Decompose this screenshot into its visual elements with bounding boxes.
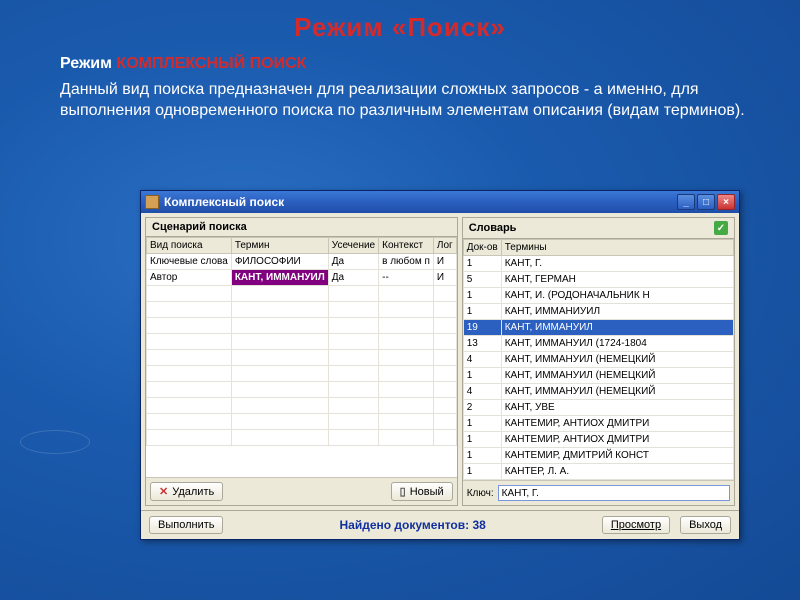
- scenario-grid[interactable]: Вид поискаТерминУсечениеКонтекстЛог Ключ…: [146, 237, 457, 477]
- table-row[interactable]: [147, 334, 457, 350]
- minimize-button[interactable]: _: [677, 194, 695, 210]
- table-row[interactable]: 2КАНТ, УВЕ: [463, 400, 733, 416]
- scenario-col[interactable]: Лог: [433, 238, 456, 254]
- key-input[interactable]: [498, 485, 730, 501]
- slide-body: Режим КОМПЛЕКСНЫЙ ПОИСК Данный вид поиск…: [0, 43, 800, 122]
- slide-paragraph: Данный вид поиска предназначен для реали…: [60, 79, 750, 122]
- table-row[interactable]: [147, 398, 457, 414]
- scenario-col[interactable]: Контекст: [379, 238, 434, 254]
- table-row[interactable]: [147, 414, 457, 430]
- delete-label: Удалить: [172, 486, 214, 498]
- execute-button[interactable]: Выполнить: [149, 516, 223, 534]
- table-row[interactable]: АвторКАНТ, ИММАНУИЛДа--И: [147, 270, 457, 286]
- table-row[interactable]: 13КАНТ, ИММАНУИЛ (1724-1804: [463, 336, 733, 352]
- table-row[interactable]: 4КАНТ, ИММАНУИЛ (НЕМЕЦКИЙ: [463, 384, 733, 400]
- dictionary-panel-title: Словарь: [469, 222, 517, 234]
- close-button[interactable]: ×: [717, 194, 735, 210]
- bottom-bar: Выполнить Найдено документов: 38 Просмот…: [141, 510, 739, 539]
- table-row[interactable]: [147, 286, 457, 302]
- document-icon: ▯: [400, 485, 406, 498]
- table-row[interactable]: 19КАНТ, ИММАНУИЛ: [463, 320, 733, 336]
- window-title: Комплексный поиск: [164, 195, 677, 209]
- titlebar[interactable]: Комплексный поиск _ □ ×: [141, 191, 739, 213]
- exit-button[interactable]: Выход: [680, 516, 731, 534]
- table-row[interactable]: Ключевые словаФИЛОСОФИИДав любом пИ: [147, 254, 457, 270]
- table-row[interactable]: 1КАНТ, И. (РОДОНАЧАЛЬНИК Н: [463, 288, 733, 304]
- scenario-panel-title: Сценарий поиска: [146, 218, 457, 237]
- table-row[interactable]: [147, 318, 457, 334]
- table-row[interactable]: [147, 382, 457, 398]
- dictionary-grid[interactable]: Док-овТермины 1КАНТ, Г.5КАНТ, ГЕРМАН1КАН…: [463, 239, 734, 480]
- dict-col[interactable]: Док-ов: [463, 240, 501, 256]
- table-row[interactable]: 1КАНТЕР, Л. А.: [463, 464, 733, 480]
- table-row[interactable]: [147, 430, 457, 446]
- table-row[interactable]: [147, 366, 457, 382]
- view-button[interactable]: Просмотр: [602, 516, 670, 534]
- app-icon: [145, 195, 159, 209]
- new-button[interactable]: ▯ Новый: [391, 482, 453, 501]
- key-label: Ключ:: [467, 488, 494, 499]
- table-row[interactable]: 1КАНТЕМИР, ДМИТРИЙ КОНСТ: [463, 448, 733, 464]
- scenario-col[interactable]: Термин: [231, 238, 328, 254]
- table-row[interactable]: [147, 350, 457, 366]
- maximize-button[interactable]: □: [697, 194, 715, 210]
- subtitle-red: КОМПЛЕКСНЫЙ ПОИСК: [116, 55, 306, 72]
- scenario-panel: Сценарий поиска Вид поискаТерминУсечение…: [145, 217, 458, 506]
- check-icon[interactable]: ✓: [714, 221, 728, 235]
- subtitle-prefix: Режим: [60, 55, 116, 72]
- table-row[interactable]: 5КАНТ, ГЕРМАН: [463, 272, 733, 288]
- delete-button[interactable]: ✕ Удалить: [150, 482, 223, 501]
- table-row[interactable]: 4КАНТ, ИММАНУИЛ (НЕМЕЦКИЙ: [463, 352, 733, 368]
- table-row[interactable]: 1КАНТ, ИММАНИУИЛ: [463, 304, 733, 320]
- table-row[interactable]: 1КАНТЕМИР, АНТИОХ ДМИТРИ: [463, 432, 733, 448]
- dictionary-panel: Словарь ✓ Док-овТермины 1КАНТ, Г.5КАНТ, …: [462, 217, 735, 506]
- table-row[interactable]: [147, 302, 457, 318]
- status-text: Найдено документов: 38: [233, 518, 591, 532]
- scenario-col[interactable]: Вид поиска: [147, 238, 232, 254]
- search-window: Комплексный поиск _ □ × Сценарий поиска …: [140, 190, 740, 540]
- table-row[interactable]: 1КАНТ, Г.: [463, 256, 733, 272]
- table-row[interactable]: 1КАНТ, ИММАНУИЛ (НЕМЕЦКИЙ: [463, 368, 733, 384]
- slide-title: Режим «Поиск»: [0, 0, 800, 43]
- dict-col[interactable]: Термины: [501, 240, 733, 256]
- new-label: Новый: [410, 486, 444, 498]
- table-row[interactable]: 1КАНТЕМИР, АНТИОХ ДМИТРИ: [463, 416, 733, 432]
- scenario-col[interactable]: Усечение: [328, 238, 378, 254]
- x-icon: ✕: [159, 485, 168, 498]
